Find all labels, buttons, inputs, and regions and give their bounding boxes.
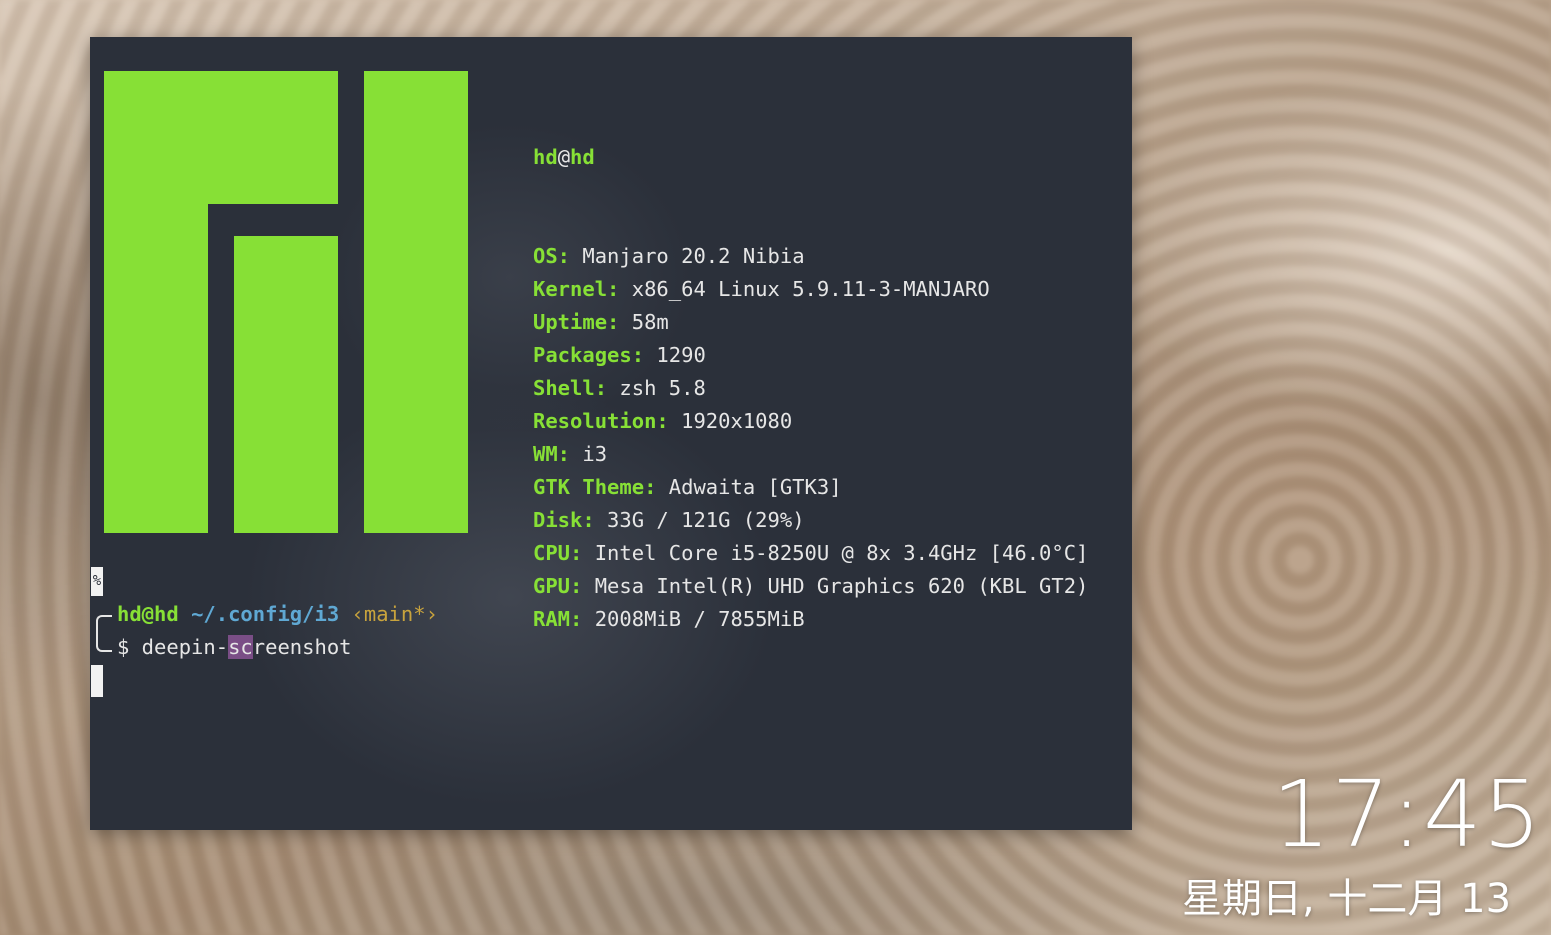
logo-block-middle xyxy=(234,236,338,533)
info-key: Packages: xyxy=(533,343,645,367)
info-row: Kernel: x86_64 Linux 5.9.11-3-MANJARO xyxy=(533,273,1088,306)
info-key: GPU: xyxy=(533,574,583,598)
info-key: RAM: xyxy=(533,607,583,631)
command-text-after: reenshot xyxy=(252,635,352,659)
terminal-cursor xyxy=(91,665,103,697)
percent-marker: % xyxy=(91,567,103,596)
info-row: GTK Theme: Adwaita [GTK3] xyxy=(533,471,1088,504)
info-key: OS: xyxy=(533,244,571,268)
info-row: Shell: zsh 5.8 xyxy=(533,372,1088,405)
info-row: Packages: 1290 xyxy=(533,339,1088,372)
logo-block-top xyxy=(104,71,338,204)
info-value: i3 xyxy=(570,442,608,466)
info-value: zsh 5.8 xyxy=(607,376,706,400)
prompt-user-host: hd@hd xyxy=(117,602,179,626)
info-row: RAM: 2008MiB / 7855MiB xyxy=(533,603,1088,636)
info-row: Uptime: 58m xyxy=(533,306,1088,339)
prompt-line-2[interactable]: $ deepin-screenshot xyxy=(117,631,352,664)
info-key: Disk: xyxy=(533,508,595,532)
system-info: hd@hd OS: Manjaro 20.2 Nibia Kernel: x86_… xyxy=(533,75,1088,702)
info-value: Mesa Intel(R) UHD Graphics 620 (KBL GT2) xyxy=(582,574,1089,598)
info-at: @ xyxy=(557,145,571,169)
info-value: 2008MiB / 7855MiB xyxy=(582,607,805,631)
info-row: GPU: Mesa Intel(R) UHD Graphics 620 (KBL… xyxy=(533,570,1088,603)
info-key: Uptime: xyxy=(533,310,620,334)
user-host-line: hd@hd xyxy=(533,141,1088,174)
info-key: WM: xyxy=(533,442,571,466)
logo-block-left xyxy=(104,204,208,533)
info-value: 1920x1080 xyxy=(668,409,793,433)
info-key: CPU: xyxy=(533,541,583,565)
info-value: Intel Core i5-8250U @ 8x 3.4GHz [46.0°C] xyxy=(582,541,1089,565)
info-key: Kernel: xyxy=(533,277,620,301)
command-text-before: deepin- xyxy=(129,635,229,659)
info-value: 1290 xyxy=(644,343,706,367)
info-row: WM: i3 xyxy=(533,438,1088,471)
terminal-window[interactable]: hd@hd OS: Manjaro 20.2 Nibia Kernel: x86_… xyxy=(90,37,1132,830)
prompt-path: ~/.config/i3 xyxy=(191,602,340,626)
command-text-highlight: sc xyxy=(228,635,253,659)
info-value: 33G / 121G (29%) xyxy=(594,508,805,532)
info-row: CPU: Intel Core i5-8250U @ 8x 3.4GHz [46… xyxy=(533,537,1088,570)
info-row: Resolution: 1920x1080 xyxy=(533,405,1088,438)
prompt-git-branch: ‹main*› xyxy=(351,602,438,626)
info-row: OS: Manjaro 20.2 Nibia xyxy=(533,240,1088,273)
desktop-date: 星期日, 十二月 13 xyxy=(1182,876,1512,922)
info-value: Manjaro 20.2 Nibia xyxy=(570,244,805,268)
info-user: hd xyxy=(533,145,558,169)
prompt-bracket xyxy=(96,615,112,652)
info-host: hd xyxy=(570,145,595,169)
info-key: GTK Theme: xyxy=(533,475,657,499)
info-value: x86_64 Linux 5.9.11-3-MANJARO xyxy=(619,277,990,301)
desktop-clock: 17:45 xyxy=(1272,761,1543,868)
info-key: Shell: xyxy=(533,376,608,400)
info-row: Disk: 33G / 121G (29%) xyxy=(533,504,1088,537)
info-value: Adwaita [GTK3] xyxy=(656,475,842,499)
logo-block-right xyxy=(364,71,468,533)
prompt-symbol: $ xyxy=(117,635,130,659)
prompt-line-1: hd@hd ~/.config/i3 ‹main*› xyxy=(117,598,438,631)
info-value: 58m xyxy=(619,310,669,334)
info-key: Resolution: xyxy=(533,409,669,433)
